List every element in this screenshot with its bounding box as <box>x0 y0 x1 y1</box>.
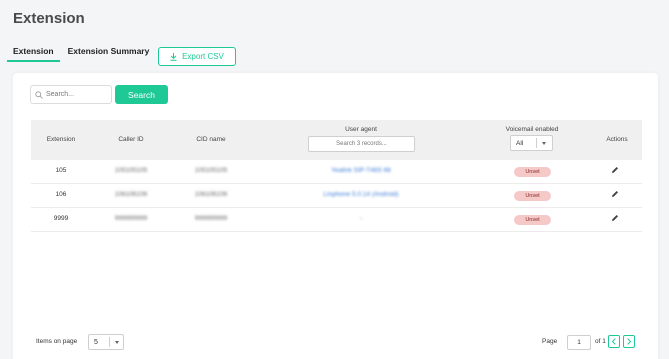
cell-cid-name: 106106106 <box>194 191 228 198</box>
header-actions: Actions <box>606 136 628 143</box>
cell-user-agent: Linphone 5.0.14 (Android) <box>323 191 399 198</box>
cell-user-agent: - <box>359 215 363 222</box>
header-voicemail: Voicemail enabled <box>505 126 559 133</box>
search-input[interactable]: Search... <box>30 85 112 104</box>
header-cid-name: CID name <box>196 136 226 143</box>
header-user-agent: User agent <box>345 126 377 133</box>
cell-caller-id: 999999999 <box>114 215 148 222</box>
cell-extension: 9999 <box>53 215 69 222</box>
select-separator <box>536 138 537 148</box>
download-icon <box>170 52 177 61</box>
edit-icon[interactable] <box>611 166 619 174</box>
table-row: 105 105105105 105105105 Yealink SIP-T46S… <box>31 160 642 184</box>
search-placeholder: Search... <box>46 91 75 98</box>
page-total-label: of 1 <box>595 338 606 345</box>
export-csv-button[interactable]: Export CSV <box>158 47 236 66</box>
tab-bar: Extension Extension Summary <box>7 44 157 62</box>
edit-icon[interactable] <box>611 214 619 222</box>
voicemail-filter-value: All <box>516 139 524 147</box>
extension-table-card: Search... Search Extension Caller ID CID… <box>13 73 658 359</box>
cell-extension: 105 <box>55 167 67 174</box>
voicemail-badge: Unset <box>514 191 551 201</box>
table-header: Extension Caller ID CID name User agent … <box>31 120 642 160</box>
page-title: Extension <box>13 10 85 27</box>
next-page-button[interactable] <box>623 335 635 348</box>
select-separator <box>109 337 110 347</box>
page-number-input[interactable]: 1 <box>567 335 591 350</box>
chevron-right-icon <box>627 338 632 345</box>
header-caller-id: Caller ID <box>118 136 144 143</box>
voicemail-filter-select[interactable]: All <box>510 135 553 151</box>
user-agent-filter-input[interactable]: Search 3 records... <box>308 136 415 152</box>
cell-cid-name: 105105105 <box>194 167 228 174</box>
page-size-value: 5 <box>94 338 98 346</box>
cell-user-agent: Yealink SIP-T46S 66 <box>331 167 391 174</box>
tab-extension[interactable]: Extension <box>7 44 60 62</box>
cell-caller-id: 106106106 <box>114 191 148 198</box>
chevron-down-icon <box>115 341 119 344</box>
edit-icon[interactable] <box>611 190 619 198</box>
voicemail-badge: Unset <box>514 167 551 177</box>
table-row: 9999 999999999 999999999 - Unset <box>31 208 642 232</box>
tab-extension-summary[interactable]: Extension Summary <box>62 44 156 62</box>
page-size-select[interactable]: 5 <box>88 334 124 350</box>
prev-page-button[interactable] <box>608 335 620 348</box>
table-row: 106 106106106 106106106 Linphone 5.0.14 … <box>31 184 642 208</box>
search-icon <box>35 90 43 99</box>
page-label: Page <box>542 338 558 345</box>
chevron-down-icon <box>542 142 546 145</box>
items-on-page-label: Items on page <box>36 338 78 345</box>
search-button[interactable]: Search <box>115 85 168 104</box>
cell-extension: 106 <box>55 191 67 198</box>
cell-cid-name: 999999999 <box>194 215 228 222</box>
cell-caller-id: 105105105 <box>114 167 148 174</box>
header-extension: Extension <box>46 136 76 143</box>
voicemail-badge: Unset <box>514 215 551 225</box>
chevron-left-icon <box>611 338 616 345</box>
export-csv-label: Export CSV <box>182 52 224 61</box>
